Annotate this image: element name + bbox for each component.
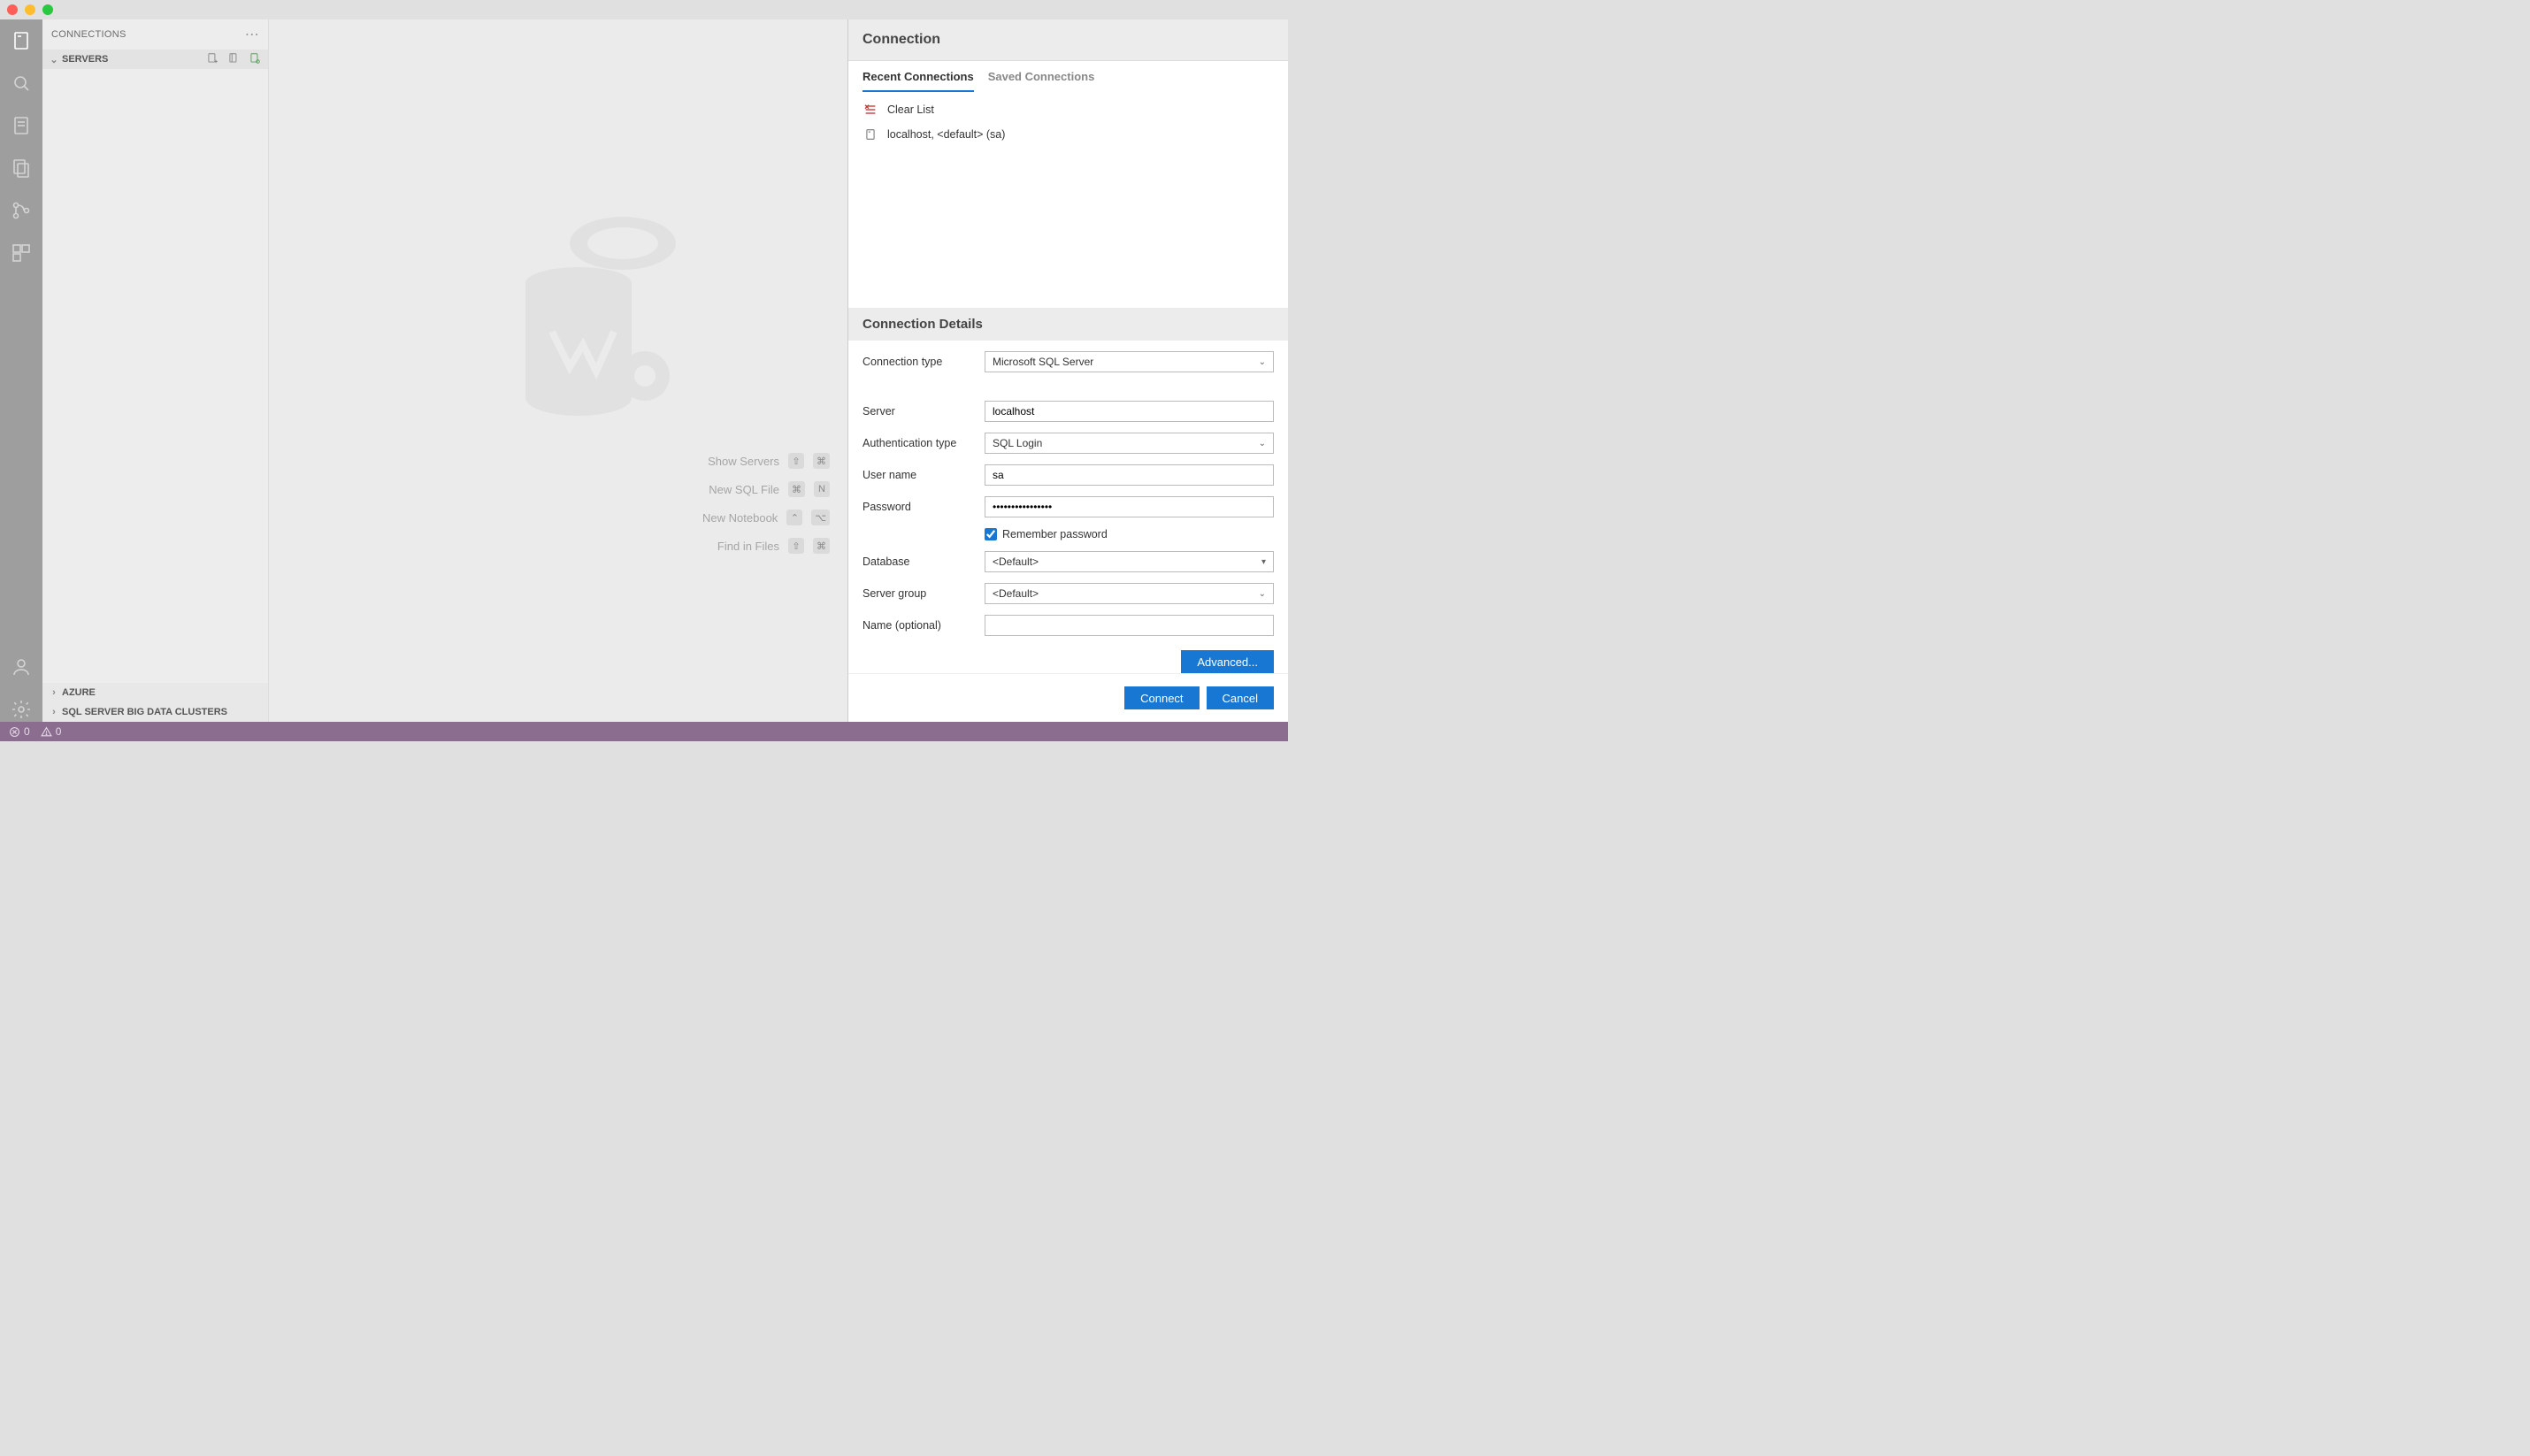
sidebar-more-icon[interactable]: ⋯	[245, 26, 259, 43]
caret-down-icon: ▾	[1261, 557, 1266, 567]
select-value: SQL Login	[993, 437, 1042, 449]
clear-list-button[interactable]: Clear List	[862, 97, 1274, 122]
activity-search-icon[interactable]	[9, 71, 34, 96]
activity-accounts-icon[interactable]	[9, 655, 34, 679]
select-value: <Default>	[993, 556, 1039, 568]
shortcut-find-in-files: Find in Files ⇧ ⌘	[702, 538, 830, 554]
keycap: ⌘	[788, 481, 805, 497]
sidebar-title: CONNECTIONS	[51, 29, 126, 40]
sidebar-section-bigdata[interactable]: › SQL SERVER BIG DATA CLUSTERS	[42, 702, 268, 722]
connect-button[interactable]: Connect	[1124, 686, 1199, 709]
recent-list: Clear List localhost, <default> (sa)	[848, 92, 1288, 152]
clear-list-icon	[862, 103, 878, 117]
shortcut-new-sql: New SQL File ⌘ N	[702, 481, 830, 497]
shortcut-label: New Notebook	[702, 511, 778, 525]
shortcut-label: New SQL File	[709, 483, 779, 496]
section-label: SERVERS	[62, 54, 108, 65]
keycap: N	[814, 481, 830, 497]
shortcut-label: Show Servers	[708, 455, 779, 468]
label-auth-type: Authentication type	[862, 437, 978, 449]
chevron-down-icon: ⌄	[1259, 439, 1266, 448]
clear-list-label: Clear List	[887, 103, 934, 116]
sidebar-section-servers[interactable]: ⌄ SERVERS	[42, 50, 268, 69]
keycap: ⌘	[813, 453, 830, 469]
select-connection-type[interactable]: Microsoft SQL Server ⌄	[985, 351, 1274, 372]
keycap: ⌥	[811, 510, 830, 525]
server-icon	[862, 127, 878, 142]
editor-area: Show Servers ⇧ ⌘ New SQL File ⌘ N New No…	[269, 19, 847, 722]
activity-source-control-icon[interactable]	[9, 198, 34, 223]
label-password: Password	[862, 501, 978, 513]
sidebar: CONNECTIONS ⋯ ⌄ SERVERS › AZURE › SQL SE…	[42, 19, 269, 722]
status-errors-count: 0	[24, 725, 30, 738]
panel-titlebar: Connection	[848, 19, 1288, 61]
chevron-right-icon: ›	[50, 687, 58, 698]
keycap: ⇧	[788, 453, 804, 469]
activity-settings-icon[interactable]	[9, 697, 34, 722]
cancel-button[interactable]: Cancel	[1207, 686, 1274, 709]
shortcut-label: Find in Files	[717, 540, 779, 553]
new-connection-icon[interactable]	[206, 52, 218, 67]
connection-form: Connection type Microsoft SQL Server ⌄ S…	[848, 341, 1288, 673]
keycap: ⌘	[813, 538, 830, 554]
label-remember-password: Remember password	[1002, 528, 1108, 540]
select-server-group[interactable]: <Default> ⌄	[985, 583, 1274, 604]
select-database[interactable]: <Default> ▾	[985, 551, 1274, 572]
status-warnings-count: 0	[56, 725, 62, 738]
window-close[interactable]	[7, 4, 18, 15]
recent-item-label: localhost, <default> (sa)	[887, 128, 1005, 141]
status-errors[interactable]: 0	[9, 725, 30, 738]
sidebar-section-azure[interactable]: › AZURE	[42, 683, 268, 702]
shortcut-show-servers: Show Servers ⇧ ⌘	[702, 453, 830, 469]
keycap: ⌃	[786, 510, 802, 525]
section-label: AZURE	[62, 687, 96, 698]
select-auth-type[interactable]: SQL Login ⌄	[985, 433, 1274, 454]
chevron-down-icon: ⌄	[1259, 357, 1266, 367]
activity-notebooks-icon[interactable]	[9, 113, 34, 138]
connection-panel: Connection Recent Connections Saved Conn…	[847, 19, 1288, 722]
tab-saved-connections[interactable]: Saved Connections	[988, 70, 1095, 92]
activity-explorer-icon[interactable]	[9, 156, 34, 180]
panel-title: Connection	[862, 32, 1274, 48]
label-server-group: Server group	[862, 587, 978, 600]
input-server[interactable]	[985, 401, 1274, 422]
chevron-down-icon: ⌄	[1259, 589, 1266, 599]
new-group-icon[interactable]	[227, 52, 240, 67]
statusbar: 0 0	[0, 722, 1288, 741]
connection-details-header: Connection Details	[848, 308, 1288, 341]
filter-icon[interactable]	[249, 52, 261, 67]
panel-tabs: Recent Connections Saved Connections	[848, 61, 1288, 92]
select-value: <Default>	[993, 587, 1039, 600]
checkbox-remember-password[interactable]	[985, 528, 997, 540]
chevron-right-icon: ›	[50, 707, 58, 717]
keycap: ⇧	[788, 538, 804, 554]
sidebar-header: CONNECTIONS ⋯	[42, 19, 268, 50]
activity-connections-icon[interactable]	[9, 28, 34, 53]
select-value: Microsoft SQL Server	[993, 356, 1093, 368]
input-username[interactable]	[985, 464, 1274, 486]
shortcuts: Show Servers ⇧ ⌘ New SQL File ⌘ N New No…	[702, 453, 830, 554]
activity-extensions-icon[interactable]	[9, 241, 34, 265]
label-username: User name	[862, 469, 978, 481]
chevron-down-icon: ⌄	[50, 54, 58, 65]
shortcut-new-notebook: New Notebook ⌃ ⌥	[702, 510, 830, 525]
panel-footer: Connect Cancel	[848, 673, 1288, 722]
advanced-button[interactable]: Advanced...	[1181, 650, 1274, 673]
titlebar	[0, 0, 1288, 19]
watermark-icon	[490, 186, 685, 416]
status-warnings[interactable]: 0	[41, 725, 62, 738]
window-minimize[interactable]	[25, 4, 35, 15]
label-name-optional: Name (optional)	[862, 619, 978, 632]
window-zoom[interactable]	[42, 4, 53, 15]
label-server: Server	[862, 405, 978, 418]
label-connection-type: Connection type	[862, 356, 978, 368]
activity-bar	[0, 19, 42, 722]
section-label: SQL SERVER BIG DATA CLUSTERS	[62, 707, 227, 717]
label-database: Database	[862, 556, 978, 568]
tab-recent-connections[interactable]: Recent Connections	[862, 70, 974, 92]
input-password[interactable]	[985, 496, 1274, 517]
recent-connection-item[interactable]: localhost, <default> (sa)	[862, 122, 1274, 147]
input-name[interactable]	[985, 615, 1274, 636]
